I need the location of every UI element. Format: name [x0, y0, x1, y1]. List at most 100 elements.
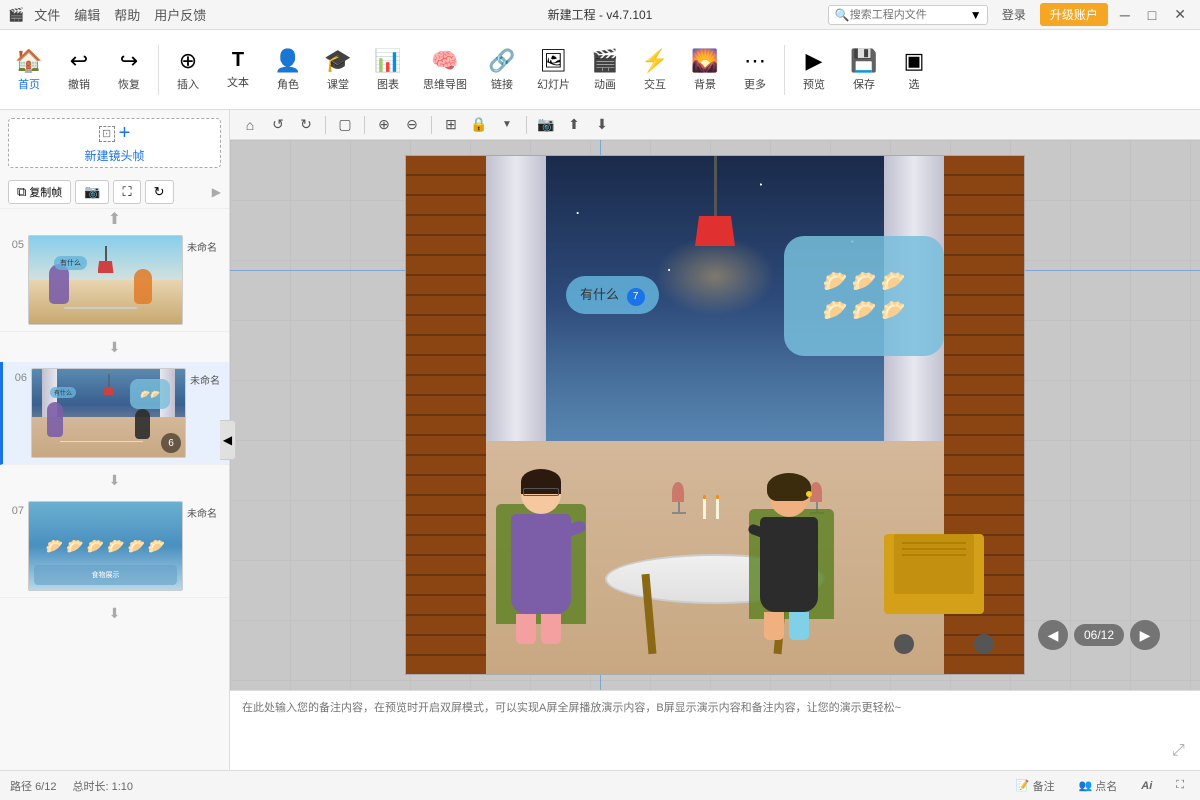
- collapse-arrow[interactable]: ▶: [212, 185, 221, 199]
- chart-icon: 📊: [374, 48, 401, 74]
- canvas-more2-btn[interactable]: ⬇: [590, 113, 614, 137]
- ai-button[interactable]: Ai: [1135, 778, 1158, 794]
- tool-character[interactable]: 👤 角色: [263, 44, 313, 96]
- tool-save[interactable]: 💾 保存: [839, 44, 889, 96]
- canvas-lock-dropdown-btn[interactable]: ▼: [495, 113, 519, 137]
- prev-page-button[interactable]: ◀: [1038, 620, 1068, 650]
- food-grid: 🥟 🥟 🥟 🥟 🥟 🥟: [823, 269, 906, 323]
- canvas-photo-btn[interactable]: 📷: [534, 113, 558, 137]
- search-input[interactable]: [850, 9, 970, 21]
- slide-panel: ⊡ + 新建镜头帧 ⧉ 复制帧 📷 ⛶ ↻ ▶ ⬆: [0, 110, 230, 770]
- tool-redo[interactable]: ↪ 恢复: [104, 44, 154, 96]
- annotation-button[interactable]: 📝 备注: [1010, 776, 1061, 796]
- slide-thumb-05: 有什么: [28, 235, 183, 325]
- slide-item-07[interactable]: 07 🥟 🥟 🥟 🥟 🥟 🥟 食物展示: [0, 495, 229, 598]
- canvas-lock-btn[interactable]: 🔒: [467, 113, 491, 137]
- canvas-rect-btn[interactable]: ▢: [333, 113, 357, 137]
- copy-frame-button[interactable]: ⧉ 复制帧: [8, 180, 71, 204]
- new-frame-button[interactable]: ⊡ + 新建镜头帧: [8, 118, 221, 168]
- chart-label: 图表: [377, 76, 399, 92]
- background-icon: 🌄: [691, 48, 718, 74]
- text-icon: T: [232, 49, 244, 72]
- tool-chart[interactable]: 📊 图表: [363, 44, 413, 96]
- class-icon: 🎓: [324, 48, 351, 74]
- canvas-zoom-in-btn[interactable]: ⊕: [372, 113, 396, 137]
- slide-item-06[interactable]: 06 有什么 🥟🥟: [0, 362, 229, 465]
- close-button[interactable]: ✕: [1168, 4, 1192, 25]
- tool-interact[interactable]: ⚡ 交互: [630, 44, 680, 96]
- lamp-glow: [655, 236, 775, 316]
- scene-illustration: 有什么 7 🥟 🥟 🥟 🥟 🥟 🥟: [406, 156, 1024, 674]
- upgrade-button[interactable]: 升级账户: [1040, 3, 1108, 26]
- ai-label: Ai: [1141, 780, 1152, 792]
- insert-icon: ⊕: [179, 48, 197, 74]
- tool-more[interactable]: ⋯ 更多: [730, 44, 780, 96]
- lamp-shade: [695, 216, 735, 246]
- tool-class[interactable]: 🎓 课堂: [313, 44, 363, 96]
- canvas-wrapper[interactable]: 有什么 7 🥟 🥟 🥟 🥟 🥟 🥟: [230, 140, 1200, 690]
- fullscreen-status-button[interactable]: ⛶: [1170, 777, 1190, 794]
- toolbar-divider-1: [158, 45, 159, 95]
- camera-button[interactable]: 📷: [75, 180, 109, 204]
- menu-file[interactable]: 文件: [30, 5, 64, 24]
- slides-icon: 🖼: [540, 48, 568, 74]
- main-content: ⊡ + 新建镜头帧 ⧉ 复制帧 📷 ⛶ ↻ ▶ ⬆: [0, 110, 1200, 770]
- ceiling-lamp: [655, 156, 775, 316]
- slide-num-06: 06: [7, 372, 27, 384]
- tool-slides[interactable]: 🖼 幻灯片: [527, 44, 580, 96]
- minimize-button[interactable]: ─: [1114, 5, 1136, 25]
- app-icon: 🎬: [8, 7, 24, 23]
- next-page-button[interactable]: ▶: [1130, 620, 1160, 650]
- insert-label: 插入: [177, 76, 199, 92]
- roll-call-icon: 👥: [1079, 779, 1093, 792]
- menu-feedback[interactable]: 用户反馈: [150, 5, 210, 24]
- fullscreen-button[interactable]: ⛶: [113, 180, 140, 204]
- search-dropdown-icon[interactable]: ▼: [970, 8, 982, 22]
- notes-expand-button[interactable]: ⤢: [1172, 742, 1192, 762]
- page-counter-overlay: ◀ 06/12 ▶: [1038, 620, 1160, 650]
- tool-undo[interactable]: ↩ 撤销: [54, 44, 104, 96]
- search-box[interactable]: 🔍 ▼: [828, 5, 988, 25]
- statusbar: 路径 6/12 总时长: 1:10 📝 备注 👥 点名 Ai ⛶: [0, 770, 1200, 800]
- roll-call-button[interactable]: 👥 点名: [1073, 776, 1124, 796]
- animation-icon: 🎬: [591, 48, 618, 74]
- slide-canvas[interactable]: 有什么 7 🥟 🥟 🥟 🥟 🥟 🥟: [405, 155, 1025, 675]
- notes-input[interactable]: [230, 691, 1200, 770]
- loop-button[interactable]: ↻: [145, 180, 174, 204]
- tool-text[interactable]: T 文本: [213, 45, 263, 94]
- menu-edit[interactable]: 编辑: [70, 5, 104, 24]
- speech-bubble-left: 有什么 7: [566, 276, 659, 314]
- slide-item-05[interactable]: 05 有什么 未命名: [0, 229, 229, 332]
- canvas-zoom-out-btn[interactable]: ⊖: [400, 113, 424, 137]
- canvas-redo-btn[interactable]: ↻: [294, 113, 318, 137]
- tool-animation[interactable]: 🎬 动画: [580, 44, 630, 96]
- tool-preview[interactable]: ▶ 预览: [789, 44, 839, 96]
- titlebar-right: 🔍 ▼ 登录 升级账户 ─ □ ✕: [828, 3, 1192, 26]
- path-label: 路径 6/12: [10, 778, 56, 794]
- canvas-export-btn[interactable]: ⬆: [562, 113, 586, 137]
- canvas-undo-btn[interactable]: ↺: [266, 113, 290, 137]
- candles: [703, 499, 719, 519]
- canvas-grid-btn[interactable]: ⊞: [439, 113, 463, 137]
- login-button[interactable]: 登录: [994, 4, 1034, 25]
- tool-link[interactable]: 🔗 链接: [477, 44, 527, 96]
- sidebar-collapse-button[interactable]: ◀: [220, 420, 236, 460]
- search-icon: 🔍: [835, 8, 850, 22]
- fullscreen-icon: ⛶: [122, 184, 131, 200]
- page-counter-display: 06/12: [1074, 624, 1124, 646]
- tool-mindmap[interactable]: 🧠 思维导图: [413, 44, 477, 96]
- character-left: [506, 474, 576, 634]
- tool-insert[interactable]: ⊕ 插入: [163, 44, 213, 96]
- canvas-div-3: [431, 116, 432, 134]
- camera-icon: 📷: [84, 184, 100, 200]
- upload-icon[interactable]: ⬆: [108, 209, 121, 229]
- slide-num-07: 07: [4, 505, 24, 517]
- maximize-button[interactable]: □: [1142, 5, 1162, 25]
- tool-select[interactable]: ▣ 选: [889, 44, 939, 96]
- canvas-home-btn[interactable]: ⌂: [238, 113, 262, 137]
- menu-help[interactable]: 帮助: [110, 5, 144, 24]
- tool-home[interactable]: 🏠 首页: [4, 44, 54, 96]
- tool-background[interactable]: 🌄 背景: [680, 44, 730, 96]
- titlebar: 🎬 文件 编辑 帮助 用户反馈 新建工程 - v4.7.101 🔍 ▼ 登录 升…: [0, 0, 1200, 30]
- link-icon: 🔗: [488, 48, 515, 74]
